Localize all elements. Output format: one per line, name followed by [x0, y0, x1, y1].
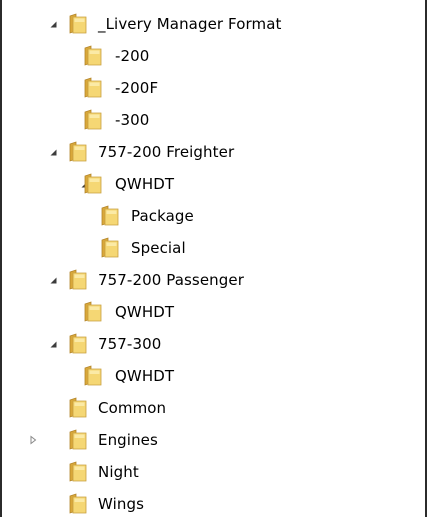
triangle-down-icon[interactable] — [48, 19, 58, 29]
tree-item-label: QWHDT — [115, 367, 175, 385]
tree-item[interactable]: 757-200 Freighter — [2, 136, 425, 168]
folder-icon — [79, 173, 103, 195]
tree-item-label: QWHDT — [115, 175, 175, 193]
tree-item-label: _Livery Manager Format — [98, 15, 282, 33]
tree-item[interactable]: QWHDT — [2, 360, 425, 392]
triangle-down-icon[interactable] — [48, 339, 58, 349]
folder-icon — [79, 365, 103, 387]
folder-icon — [64, 141, 88, 163]
tree-item-label: Night — [98, 463, 139, 481]
folder-icon — [79, 109, 103, 131]
folder-icon — [79, 301, 103, 323]
tree-item-label: 757-200 Freighter — [98, 143, 235, 161]
folder-icon — [96, 205, 120, 227]
tree-item[interactable]: 757-200 Passenger — [2, 264, 425, 296]
folder-icon — [64, 333, 88, 355]
folder-icon — [79, 45, 103, 67]
tree-item[interactable]: _Livery Manager Format — [2, 8, 425, 40]
tree-item[interactable]: -200 — [2, 40, 425, 72]
tree-item[interactable]: -200F — [2, 72, 425, 104]
tree-item[interactable]: QWHDT — [2, 168, 425, 200]
tree-item-label: 757-300 — [98, 335, 162, 353]
tree-item-label: -200F — [115, 79, 159, 97]
tree-item-label: Package — [131, 207, 194, 225]
folder-tree-panel: _Livery Manager Format -200 -200F -300 757-2… — [0, 0, 427, 517]
tree-item[interactable]: Package — [2, 200, 425, 232]
tree-item[interactable]: Engines — [2, 424, 425, 456]
tree-item[interactable]: 757-300 — [2, 328, 425, 360]
tree-item[interactable]: Wings — [2, 488, 425, 520]
folder-icon — [79, 77, 103, 99]
tree-item[interactable]: Common — [2, 392, 425, 424]
tree-item[interactable]: Night — [2, 456, 425, 488]
tree-item-label: -200 — [115, 47, 150, 65]
folder-icon — [64, 397, 88, 419]
tree-item-label: Special — [131, 239, 186, 257]
tree-item-label: Wings — [98, 495, 145, 513]
tree-item-label: QWHDT — [115, 303, 175, 321]
folder-icon — [64, 13, 88, 35]
folder-icon — [96, 237, 120, 259]
triangle-right-icon[interactable] — [28, 435, 38, 445]
folder-icon — [64, 493, 88, 515]
folder-icon — [64, 429, 88, 451]
tree-item-label: Common — [98, 399, 167, 417]
tree-item[interactable]: -300 — [2, 104, 425, 136]
triangle-down-icon[interactable] — [48, 275, 58, 285]
tree-item-label: Engines — [98, 431, 158, 449]
folder-icon — [64, 269, 88, 291]
tree-item-label: 757-200 Passenger — [98, 271, 244, 289]
tree-item[interactable]: Special — [2, 232, 425, 264]
tree-item[interactable]: QWHDT — [2, 296, 425, 328]
folder-icon — [64, 461, 88, 483]
tree-item-label: -300 — [115, 111, 150, 129]
triangle-down-icon[interactable] — [48, 147, 58, 157]
